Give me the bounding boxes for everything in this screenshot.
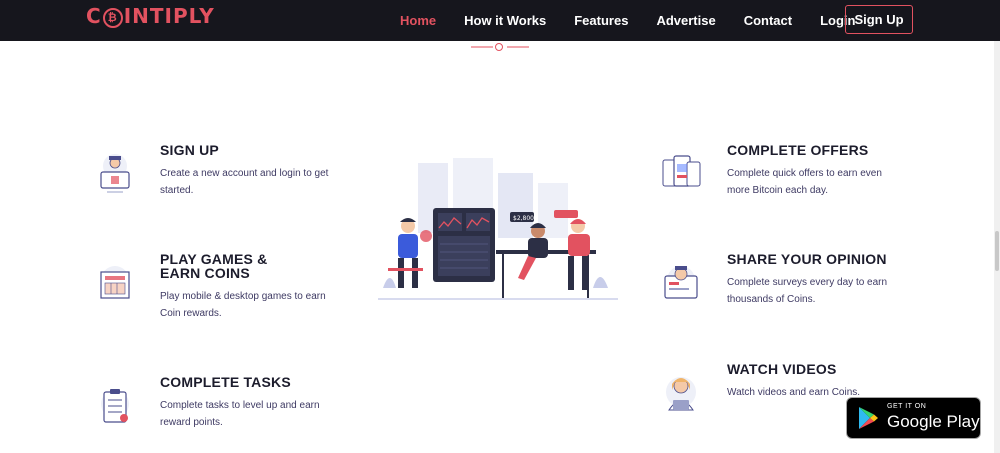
opinion-illustration-icon bbox=[659, 260, 703, 308]
scrollbar-thumb[interactable] bbox=[995, 231, 999, 271]
bitcoin-coin-icon: ₿ bbox=[102, 8, 123, 28]
games-illustration-icon bbox=[93, 260, 137, 308]
feature-title: WATCH VIDEOS bbox=[727, 361, 837, 377]
feature-desc: Complete quick offers to earn even more … bbox=[727, 168, 882, 196]
google-play-label: Google Play bbox=[887, 412, 980, 431]
brand-logo-suffix: INTIPLY bbox=[123, 4, 215, 28]
brand-logo[interactable]: C ₿ INTIPLY bbox=[86, 4, 215, 28]
nav-link-advertise[interactable]: Advertise bbox=[656, 13, 715, 28]
feature-title: PLAY GAMES & EARN COINS bbox=[160, 251, 268, 281]
nav-link-features[interactable]: Features bbox=[574, 13, 628, 28]
price-tag: $2,800 bbox=[513, 215, 534, 222]
nav-link-home[interactable]: Home bbox=[400, 13, 436, 28]
feature-complete-tasks: COMPLETE TASKS Complete tasks to level u… bbox=[160, 375, 360, 431]
feature-complete-offers: COMPLETE OFFERS Complete quick offers to… bbox=[727, 143, 927, 199]
feature-desc: Create a new account and login to get st… bbox=[160, 168, 329, 196]
offers-illustration-icon bbox=[659, 150, 703, 198]
feature-sign-up: SIGN UP Create a new account and login t… bbox=[160, 143, 360, 199]
signup-illustration-icon bbox=[93, 150, 137, 198]
nav-link-contact[interactable]: Contact bbox=[744, 13, 792, 28]
feature-title: SIGN UP bbox=[160, 142, 219, 158]
feature-title: COMPLETE TASKS bbox=[160, 374, 291, 390]
nav-link-how-it-works[interactable]: How it Works bbox=[464, 13, 546, 28]
feature-title: SHARE YOUR OPINION bbox=[727, 251, 887, 267]
page-scrollbar[interactable] bbox=[994, 41, 1000, 453]
nav-menu: Home How it Works Features Advertise Con… bbox=[400, 0, 883, 41]
feature-desc: Play mobile & desktop games to earn Coin… bbox=[160, 291, 326, 319]
brand-logo-prefix: C bbox=[86, 4, 102, 28]
top-nav: C ₿ INTIPLY Home How it Works Features Adv… bbox=[0, 0, 1000, 41]
signup-button[interactable]: Sign Up bbox=[845, 5, 913, 34]
videos-illustration-icon bbox=[659, 370, 703, 418]
google-play-caption: GET IT ON bbox=[887, 403, 927, 410]
feature-desc: Complete tasks to level up and earn rewa… bbox=[160, 400, 320, 428]
feature-play-games: PLAY GAMES & EARN COINS Play mobile & de… bbox=[160, 252, 360, 322]
section-divider bbox=[471, 43, 529, 51]
feature-desc: Complete surveys every day to earn thous… bbox=[727, 277, 888, 305]
hero-illustration: $2,800 bbox=[378, 158, 618, 303]
google-play-badge[interactable]: GET IT ON Google Play bbox=[846, 397, 981, 439]
feature-watch-videos: WATCH VIDEOS Watch videos and earn Coins… bbox=[727, 362, 927, 401]
google-play-icon bbox=[859, 407, 878, 429]
tasks-illustration-icon bbox=[93, 382, 137, 430]
feature-share-opinion: SHARE YOUR OPINION Complete surveys ever… bbox=[727, 252, 927, 308]
feature-title: COMPLETE OFFERS bbox=[727, 142, 869, 158]
